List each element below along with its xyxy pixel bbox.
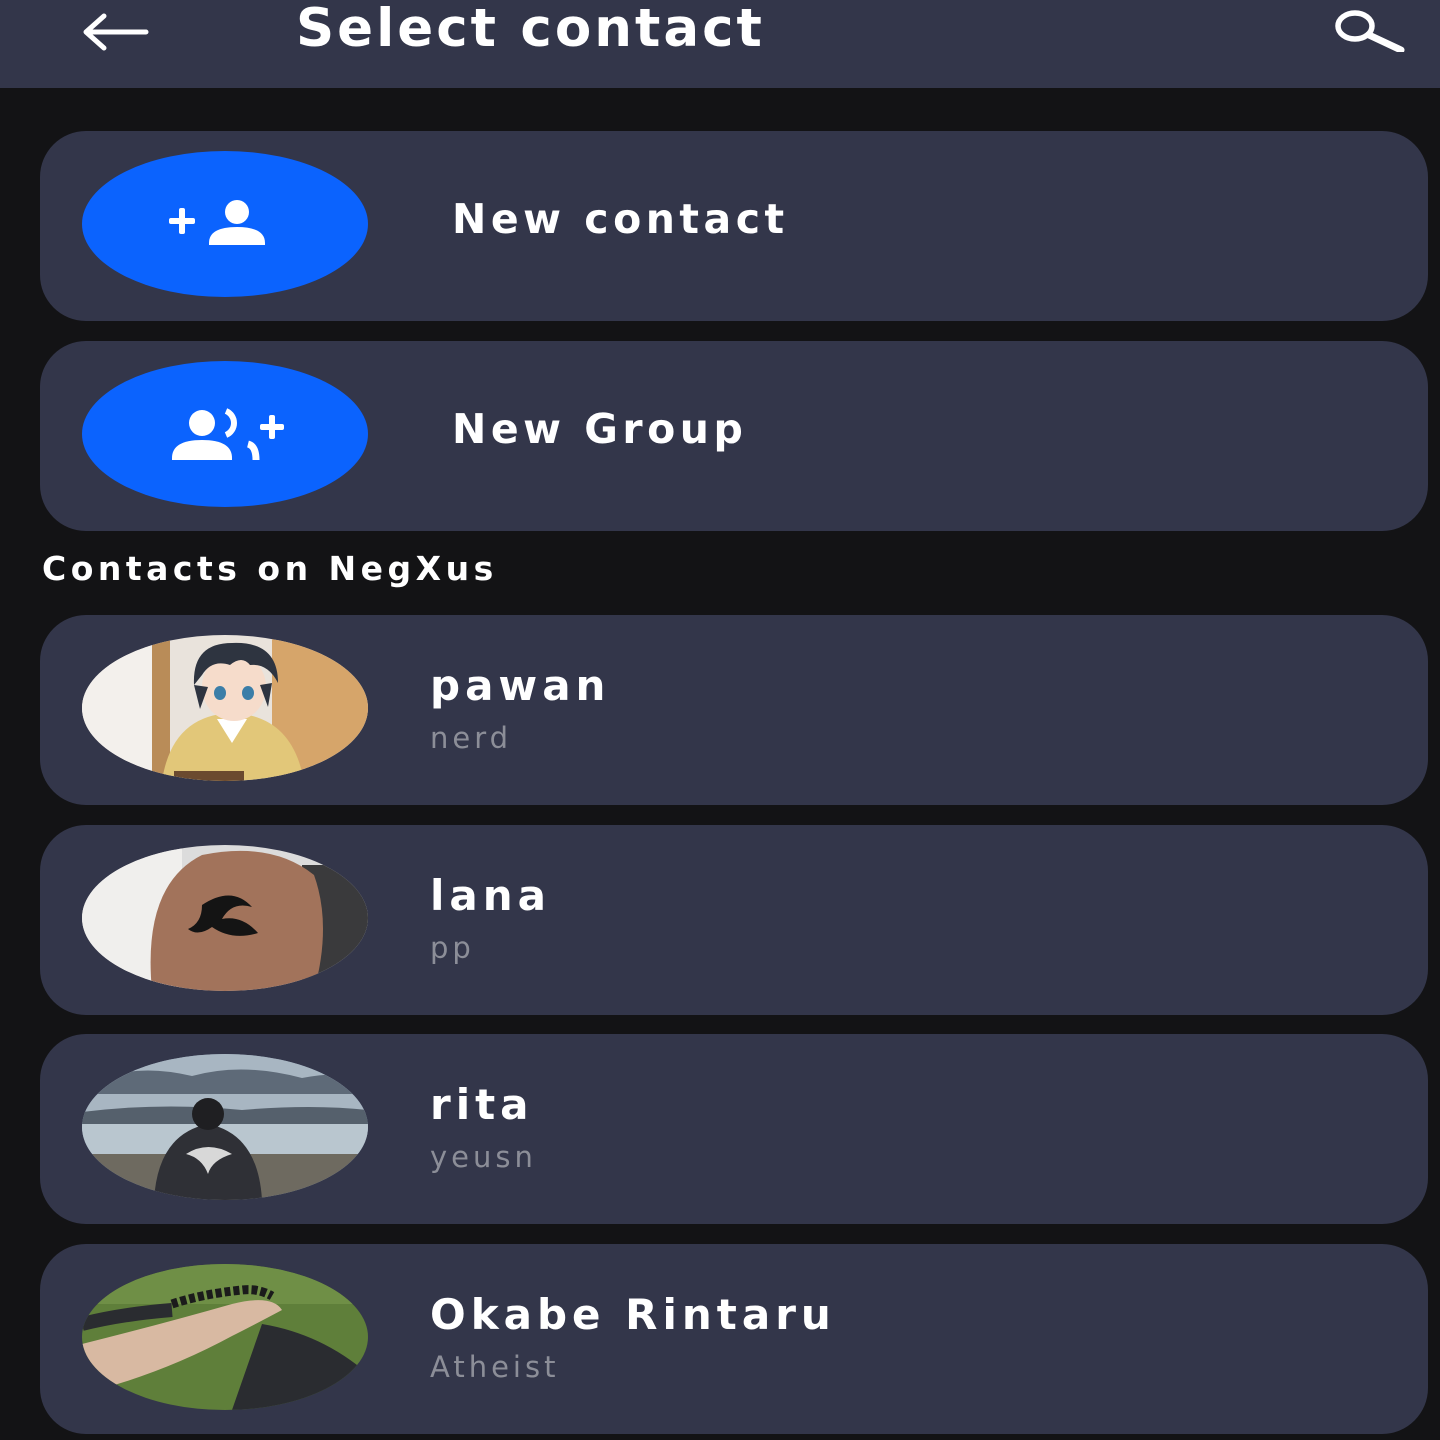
arrow-left-icon (83, 13, 149, 51)
contact-avatar (82, 845, 368, 991)
contact-status: yeusn (430, 1140, 537, 1174)
contact-name: rita (430, 1080, 534, 1129)
contact-avatar (82, 1054, 368, 1200)
tattoo-arm-avatar (82, 845, 368, 991)
app-bar: Select contact (0, 0, 1440, 88)
new-contact-button[interactable]: New contact (40, 131, 1428, 321)
page-title: Select contact (296, 0, 765, 59)
contact-item[interactable]: rita yeusn (40, 1034, 1428, 1224)
contact-item[interactable]: Okabe Rintaru Atheist (40, 1244, 1428, 1434)
person-add-icon (169, 200, 265, 245)
new-group-label: New Group (452, 405, 748, 453)
new-contact-label: New contact (452, 195, 789, 243)
back-button[interactable] (78, 8, 152, 56)
person-at-lake-avatar (82, 1054, 368, 1200)
contact-name: pawan (430, 661, 611, 710)
arm-on-grass-avatar (82, 1264, 368, 1410)
contact-status: Atheist (430, 1350, 560, 1384)
search-icon (1335, 10, 1405, 52)
contact-avatar (82, 1264, 368, 1410)
contact-status: pp (430, 931, 475, 965)
new-group-button[interactable]: New Group (40, 341, 1428, 531)
contact-item[interactable]: lana pp (40, 825, 1428, 1015)
contact-item[interactable]: pawan nerd (40, 615, 1428, 805)
contact-name: lana (430, 871, 551, 920)
group-add-icon (172, 408, 284, 461)
anime-character-avatar (82, 635, 368, 781)
new-group-icon-circle (82, 361, 368, 507)
new-contact-icon-circle (82, 151, 368, 297)
contact-status: nerd (430, 721, 513, 755)
search-button[interactable] (1328, 4, 1410, 56)
contact-name: Okabe Rintaru (430, 1290, 836, 1339)
section-title: Contacts on NegXus (42, 549, 498, 588)
contact-avatar (82, 635, 368, 781)
